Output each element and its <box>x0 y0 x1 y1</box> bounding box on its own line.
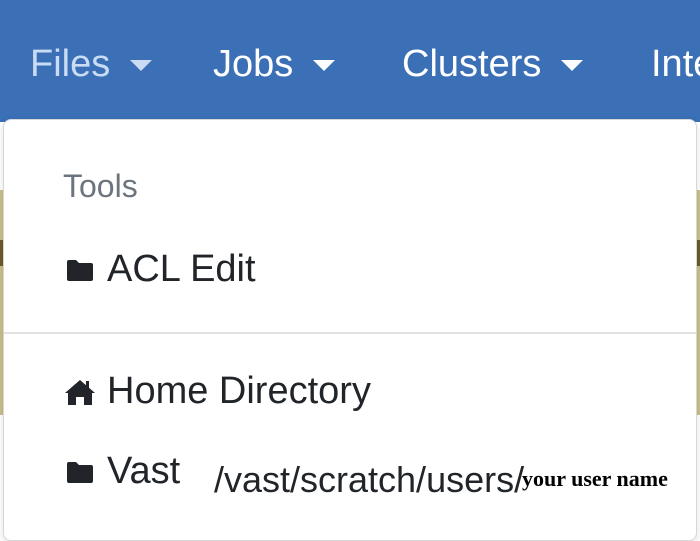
nav-clusters-label: Clusters <box>402 42 542 85</box>
nav-files[interactable]: Files <box>30 38 153 90</box>
menu-item-label: Vast <box>107 450 181 492</box>
files-dropdown-menu: Tools ACL Edit Home Directory Vast /vast… <box>3 119 697 541</box>
nav-interactive-label: Inte <box>651 42 700 85</box>
caret-down-icon <box>130 59 153 71</box>
menu-item-label: Home Directory <box>107 370 371 412</box>
path-annotation: your user name <box>522 466 668 491</box>
caret-down-icon <box>561 59 584 71</box>
folder-icon <box>63 455 97 489</box>
nav-clusters[interactable]: Clusters <box>402 38 584 90</box>
caret-down-icon <box>313 59 336 71</box>
dropdown-divider <box>4 332 696 334</box>
menu-item-vast[interactable]: Vast <box>63 450 180 493</box>
vast-path-text: /vast/scratch/users/ <box>214 459 525 500</box>
nav-jobs-label: Jobs <box>213 42 294 85</box>
folder-icon <box>63 253 97 287</box>
menu-item-label: ACL Edit <box>107 248 256 290</box>
dropdown-header-tools: Tools <box>63 168 138 204</box>
menu-item-acl-edit[interactable]: ACL Edit <box>63 248 256 291</box>
home-icon <box>63 375 97 409</box>
nav-interactive[interactable]: Inte <box>651 38 700 90</box>
nav-jobs[interactable]: Jobs <box>213 38 336 90</box>
menu-item-home-directory[interactable]: Home Directory <box>63 370 371 413</box>
nav-files-label: Files <box>30 42 111 85</box>
top-navbar: Files Jobs Clusters Inte <box>0 0 700 122</box>
